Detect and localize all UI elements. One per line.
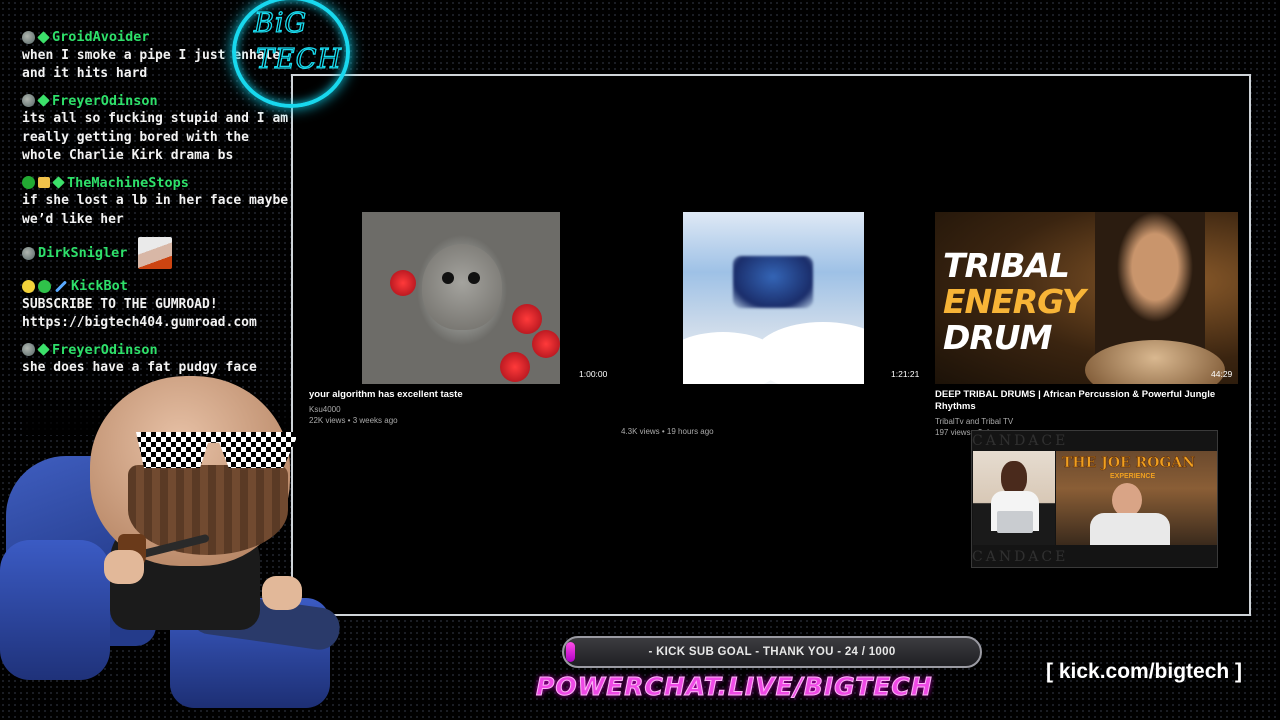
chat-username-row: TheMachineStops <box>22 174 292 193</box>
chat-username[interactable]: GroidAvoider <box>52 28 150 47</box>
video-thumbnail-tribal[interactable]: TRIBAL ENERGY DRUM <box>935 212 1238 384</box>
diamond-badge-icon <box>37 94 50 107</box>
gray-badge-icon <box>22 343 35 357</box>
gift-badge-icon <box>38 177 50 189</box>
bigtech-logo: BiG TECH <box>232 0 350 108</box>
video-duration: 1:00:00 <box>579 369 608 379</box>
green-badge-icon <box>22 176 35 190</box>
chat-username-row: DirkSnigler <box>22 237 292 269</box>
chat-message: KickBot SUBSCRIBE TO THE GUMROAD! https:/… <box>22 277 292 333</box>
thumb-text: TRIBAL <box>943 246 1070 285</box>
chat-text: if she lost a lb in her face maybe we’d … <box>22 193 289 227</box>
sub-goal-label: - KICK SUB GOAL - THANK YOU - 24 / 1000 <box>648 646 896 658</box>
chat-message: TheMachineStops if she lost a lb in her f… <box>22 174 292 230</box>
sub-goal-fill <box>566 642 575 662</box>
chat-username[interactable]: FreyerOdinson <box>52 341 158 360</box>
watermark-text: CANDACE <box>972 433 1069 449</box>
logo-text-bottom: TECH <box>255 43 342 75</box>
gray-badge-icon <box>22 246 35 260</box>
chat-message: DirkSnigler <box>22 237 292 269</box>
thumb-text: ENERGY <box>943 282 1086 321</box>
podcast-overlay: CANDACE THE JOE ROGAN EXPERIENCE CANDACE <box>971 430 1218 568</box>
podcast-guest-panel <box>973 451 1055 545</box>
video-duration: 44:29 <box>1211 369 1233 379</box>
video-duration: 1:21:21 <box>891 369 920 379</box>
chat-emote <box>138 237 173 269</box>
powerchat-banner: POWERCHAT.LIVE/BIGTECH <box>536 672 933 702</box>
chat-username-row: KickBot <box>22 277 292 296</box>
video-meta: 4.3K views • 19 hours ago <box>621 427 714 436</box>
chat-username-row: FreyerOdinson <box>22 341 292 360</box>
video-thumbnail-sky[interactable] <box>683 212 864 384</box>
diamond-badge-icon <box>37 343 50 356</box>
sword-badge-icon <box>54 280 68 293</box>
gray-badge-icon <box>22 94 35 108</box>
chat-message: FreyerOdinson its all so fucking stupid a… <box>22 92 292 166</box>
video-thumbnail-seal[interactable] <box>362 212 560 384</box>
podcast-host-panel: THE JOE ROGAN EXPERIENCE <box>1056 451 1217 545</box>
video-channel[interactable]: TribalTv and Tribal TV <box>935 416 1013 427</box>
chat-text: its all so fucking stupid and I am reall… <box>22 111 289 163</box>
podcast-sign: THE JOE ROGAN <box>1062 455 1196 472</box>
chat-username[interactable]: TheMachineStops <box>67 174 189 193</box>
kick-link: [ kick.com/bigtech ] <box>1046 660 1243 683</box>
gray-badge-icon <box>22 30 35 44</box>
thumb-text: DRUM <box>943 318 1052 357</box>
chat-text: SUBSCRIBE TO THE GUMROAD! https://bigtec… <box>22 296 257 331</box>
watermark-text: CANDACE <box>972 549 1069 565</box>
logo-text-top: BiG <box>253 7 308 39</box>
chat-username[interactable]: KickBot <box>71 277 128 296</box>
diamond-badge-icon <box>52 176 65 189</box>
chat-username[interactable]: FreyerOdinson <box>52 92 158 111</box>
sub-goal-bar: - KICK SUB GOAL - THANK YOU - 24 / 1000 <box>562 636 982 668</box>
diamond-badge-icon <box>37 31 50 44</box>
smile-badge-icon <box>22 279 35 293</box>
video-title[interactable]: DEEP TRIBAL DRUMS | African Percussion &… <box>935 389 1225 413</box>
chat-username[interactable]: DirkSnigler <box>38 244 127 263</box>
streamer-avatar <box>0 370 360 720</box>
check-badge-icon <box>38 279 51 293</box>
podcast-sign-sub: EXPERIENCE <box>1110 473 1156 480</box>
